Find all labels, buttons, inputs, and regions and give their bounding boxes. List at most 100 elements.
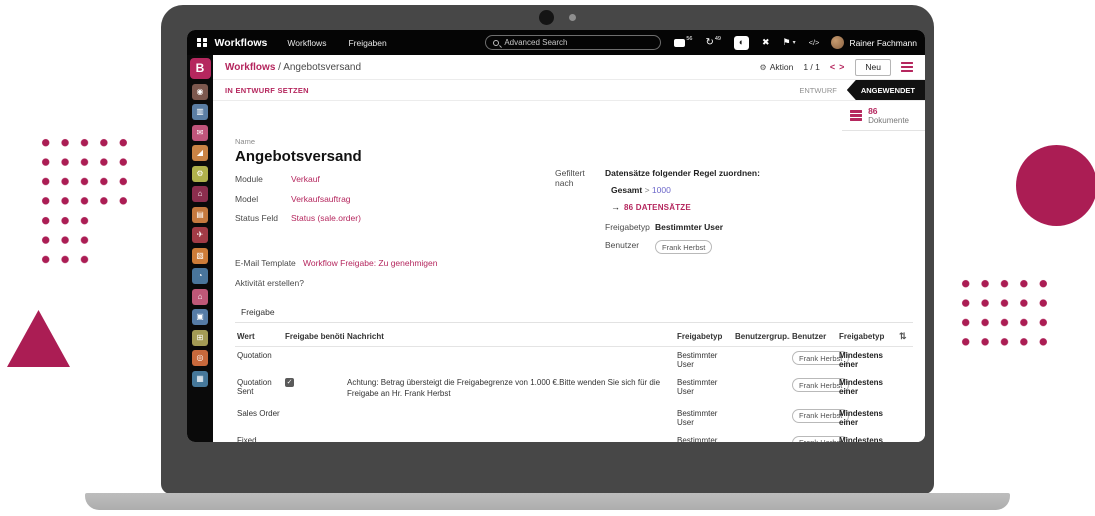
status-field-link[interactable]: Status (sale.order) bbox=[291, 213, 361, 223]
optional-columns-icon[interactable]: ⇅ bbox=[897, 327, 913, 347]
pager-count: 1 / 1 bbox=[803, 62, 820, 72]
laptop-camera-led bbox=[569, 14, 576, 21]
record-title[interactable]: Angebotsversand bbox=[235, 148, 913, 165]
filter-rule[interactable]: Gesamt > 1000 bbox=[611, 185, 760, 195]
state-angewendet[interactable]: ANGEWENDET bbox=[847, 80, 925, 100]
triangle-decoration bbox=[7, 310, 70, 367]
contrast-toggle[interactable]: ◐ bbox=[734, 36, 749, 50]
checkbox-checked-icon[interactable]: ✓ bbox=[285, 378, 294, 387]
activity-label: Aktivität erstellen? bbox=[235, 278, 913, 288]
table-row[interactable]: Fixed Bestimmter User Frank Herbst Minde… bbox=[235, 431, 913, 442]
top-nav-bar: Workflows Workflows Freigaben Advanced S… bbox=[187, 30, 925, 55]
app-sidebar: B ◉ ▥ ✉ ◢ ⚙ ⌂ ▤ ✈ ▧ ◔ ⌂ ▣ ⊞ ◎ ▦ bbox=[187, 55, 213, 442]
table-header-row: Wert Freigabe benöti... Nachricht Freiga… bbox=[235, 327, 913, 347]
col-freigabe-benoetigt[interactable]: Freigabe benöti... bbox=[283, 327, 345, 347]
module-link[interactable]: Verkauf bbox=[291, 174, 320, 184]
search-placeholder: Advanced Search bbox=[504, 38, 567, 47]
chevron-down-icon: ▾ bbox=[793, 39, 796, 46]
sidebar-app-documents[interactable]: ▤ bbox=[192, 207, 208, 223]
records-link[interactable]: → 86 DATENSÄTZE bbox=[611, 202, 760, 212]
user-tag[interactable]: Frank Herbst bbox=[655, 240, 712, 254]
col-benutzergruppe[interactable]: Benutzergrup... bbox=[733, 327, 790, 347]
pager-next-button[interactable]: > bbox=[839, 62, 845, 72]
chat-icon[interactable]: 56 bbox=[674, 39, 692, 47]
email-template-link[interactable]: Workflow Freigabe: Zu genehmigen bbox=[303, 258, 438, 268]
app-window: Workflows Workflows Freigaben Advanced S… bbox=[187, 30, 925, 442]
flag-menu[interactable]: ⚑▾ bbox=[783, 37, 796, 48]
sidebar-app-realestate[interactable]: ⌂ bbox=[192, 289, 208, 305]
flag-icon: ⚑ bbox=[783, 37, 791, 48]
laptop-base bbox=[85, 493, 1010, 510]
gear-icon: ⚙ bbox=[760, 63, 767, 72]
breadcrumb-separator: / bbox=[278, 62, 281, 73]
sidebar-app-folder[interactable]: ▧ bbox=[192, 248, 208, 264]
dots-grid-right bbox=[956, 274, 1055, 352]
col-nachricht[interactable]: Nachricht bbox=[345, 327, 675, 347]
col-benutzer[interactable]: Benutzer bbox=[790, 327, 837, 347]
list-view-icon[interactable] bbox=[901, 62, 913, 72]
refresh-badge: 49 bbox=[715, 36, 721, 42]
model-link[interactable]: Verkaufsauftrag bbox=[291, 194, 351, 204]
record-form: Name Angebotsversand Module Verkauf Mode… bbox=[213, 131, 925, 288]
breadcrumb-bar: Workflows / Angebotsversand ⚙Aktion 1 / … bbox=[213, 55, 925, 79]
app-brand[interactable]: Workflows bbox=[215, 37, 268, 49]
table-row[interactable]: Sales Order Bestimmter User Frank Herbst… bbox=[235, 404, 913, 431]
action-menu[interactable]: ⚙Aktion bbox=[760, 62, 794, 72]
documents-stat-button[interactable]: 86 Dokumente bbox=[842, 101, 925, 131]
dots-grid-left-top bbox=[36, 133, 135, 211]
col-freigabetyp-2[interactable]: Freigabetyp bbox=[837, 327, 897, 347]
set-draft-button[interactable]: IN ENTWURF SETZEN bbox=[225, 86, 309, 95]
documents-icon bbox=[850, 110, 862, 120]
filter-rule-text: Datensätze folgender Regel zuordnen: bbox=[605, 168, 760, 178]
approval-lines-table: Wert Freigabe benöti... Nachricht Freiga… bbox=[235, 327, 913, 443]
col-wert[interactable]: Wert bbox=[235, 327, 283, 347]
sidebar-app-settings[interactable]: ⚙ bbox=[192, 166, 208, 182]
filter-column: Gefiltert nach Datensätze folgender Rege… bbox=[555, 168, 760, 262]
sidebar-app-chart[interactable]: ◢ bbox=[192, 145, 208, 161]
circle-decoration bbox=[1016, 145, 1095, 226]
tab-freigabe[interactable]: Freigabe bbox=[235, 304, 281, 322]
tools-icon[interactable]: ✖ bbox=[762, 37, 770, 48]
user-name[interactable]: Rainer Fachmann bbox=[849, 38, 917, 48]
field-freigabetyp: Freigabetyp Bestimmter User bbox=[605, 222, 760, 232]
breadcrumb-root[interactable]: Workflows bbox=[225, 62, 275, 73]
new-button[interactable]: Neu bbox=[855, 59, 891, 76]
menu-workflows[interactable]: Workflows bbox=[287, 38, 326, 48]
contrast-icon: ◐ bbox=[734, 36, 749, 50]
filter-rule-value[interactable]: 1000 bbox=[652, 185, 671, 195]
table-row[interactable]: Quotation Sent ✓ Achtung: Betrag überste… bbox=[235, 374, 913, 405]
sidebar-app-share[interactable]: ◉ bbox=[192, 84, 208, 100]
sidebar-app-workflows[interactable]: B bbox=[190, 58, 211, 79]
name-label: Name bbox=[235, 137, 913, 146]
documents-count: 86 bbox=[868, 107, 909, 116]
sidebar-app-calc[interactable]: ⊞ bbox=[192, 330, 208, 346]
sidebar-app-media[interactable]: ▣ bbox=[192, 309, 208, 325]
sidebar-app-kanban[interactable]: ▥ bbox=[192, 104, 208, 120]
arrow-right-icon: → bbox=[611, 202, 620, 212]
state-entwurf[interactable]: ENTWURF bbox=[799, 86, 837, 95]
sidebar-app-web[interactable]: ◎ bbox=[192, 350, 208, 366]
sidebar-app-home[interactable]: ⌂ bbox=[192, 186, 208, 202]
menu-freigaben[interactable]: Freigaben bbox=[348, 38, 386, 48]
search-input[interactable]: Advanced Search bbox=[485, 35, 661, 50]
sidebar-app-report[interactable]: ▦ bbox=[192, 371, 208, 387]
table-row[interactable]: Quotation Bestimmter User Frank Herbst M… bbox=[235, 346, 913, 374]
sidebar-app-time[interactable]: ◔ bbox=[192, 268, 208, 284]
refresh-icon[interactable]: ↻49 bbox=[705, 38, 721, 48]
col-freigabetyp[interactable]: Freigabetyp bbox=[675, 327, 733, 347]
chat-badge: 56 bbox=[686, 36, 692, 42]
documents-label: Dokumente bbox=[868, 116, 909, 125]
button-box: 86 Dokumente bbox=[213, 101, 925, 131]
pager-prev-button[interactable]: < bbox=[830, 62, 836, 72]
sidebar-app-chat[interactable]: ✉ bbox=[192, 125, 208, 141]
sidebar-app-send[interactable]: ✈ bbox=[192, 227, 208, 243]
notebook-tabs: Freigabe bbox=[235, 302, 913, 323]
user-avatar[interactable] bbox=[831, 36, 844, 49]
code-icon[interactable]: </> bbox=[809, 38, 820, 47]
laptop-camera bbox=[539, 10, 554, 25]
field-benutzer: Benutzer Frank Herbst bbox=[605, 240, 760, 254]
apps-grid-icon[interactable] bbox=[197, 38, 207, 48]
stage: Workflows Workflows Freigaben Advanced S… bbox=[0, 0, 1095, 516]
dots-grid-left-bottom bbox=[36, 211, 96, 270]
search-icon bbox=[493, 40, 499, 46]
